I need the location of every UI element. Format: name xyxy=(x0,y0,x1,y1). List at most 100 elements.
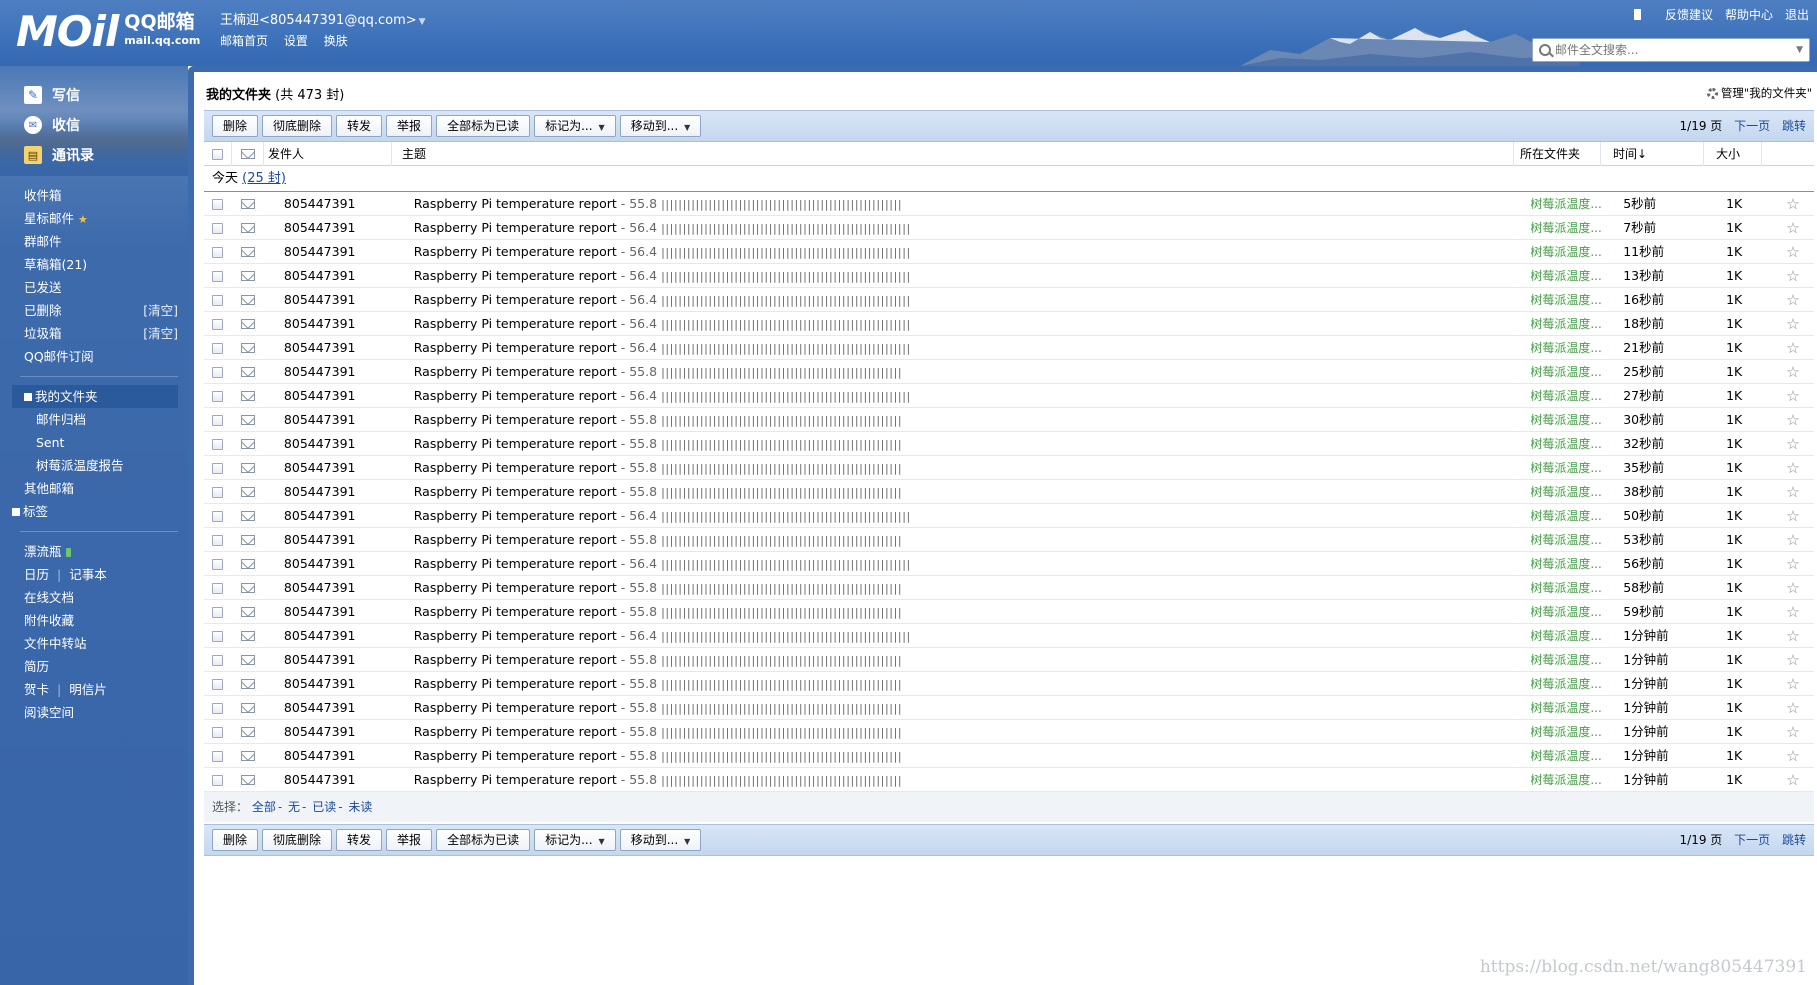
table-row[interactable]: 805447391 Raspberry Pi temperature report… xyxy=(204,264,1814,288)
row-subject[interactable]: Raspberry Pi temperature report - 56.4 |… xyxy=(414,384,1525,408)
row-checkbox[interactable] xyxy=(212,582,224,594)
star-icon[interactable]: ☆ xyxy=(1772,672,1814,696)
col-from[interactable]: 发件人 xyxy=(264,141,392,166)
row-sender[interactable]: 805447391 xyxy=(264,312,414,336)
row-checkbox[interactable] xyxy=(212,750,224,762)
row-folder[interactable]: 树莓派温度... xyxy=(1524,480,1611,504)
row-sender[interactable]: 805447391 xyxy=(264,432,414,456)
row-checkbox[interactable] xyxy=(212,294,224,306)
sidebar-item-online-docs[interactable]: 在线文档 xyxy=(0,586,188,609)
row-subject[interactable]: Raspberry Pi temperature report - 55.8 |… xyxy=(414,696,1525,720)
star-icon[interactable]: ☆ xyxy=(1772,744,1814,768)
col-size[interactable]: 大小 xyxy=(1704,141,1762,166)
row-checkbox[interactable] xyxy=(212,654,224,666)
jump-link[interactable]: 跳转 xyxy=(1782,833,1806,847)
star-icon[interactable]: ☆ xyxy=(1772,288,1814,312)
clear-spam-link[interactable]: [清空] xyxy=(143,322,178,345)
sidebar-item-group-mail[interactable]: 群邮件 xyxy=(0,230,188,253)
table-row[interactable]: 805447391 Raspberry Pi temperature report… xyxy=(204,504,1814,528)
write-button[interactable]: ✎ 写信 xyxy=(24,80,94,110)
move-to-dropdown[interactable]: 移动到... ▼ xyxy=(619,115,702,137)
col-time[interactable]: 时间↓ xyxy=(1601,141,1704,166)
link-logout[interactable]: 退出 xyxy=(1785,6,1809,23)
sidebar-item-subscriptions[interactable]: QQ邮件订阅 xyxy=(0,345,188,368)
user-name[interactable]: 王楠迎<805447391@qq.com> xyxy=(220,13,417,28)
row-subject[interactable]: Raspberry Pi temperature report - 55.8 |… xyxy=(414,672,1525,696)
row-checkbox[interactable] xyxy=(212,726,224,738)
row-sender[interactable]: 805447391 xyxy=(264,288,414,312)
star-icon[interactable]: ☆ xyxy=(1772,336,1814,360)
star-icon[interactable]: ☆ xyxy=(1772,528,1814,552)
row-checkbox[interactable] xyxy=(212,366,224,378)
row-sender[interactable]: 805447391 xyxy=(264,648,414,672)
row-checkbox[interactable] xyxy=(212,678,224,690)
sidebar-item-resume[interactable]: 简历 xyxy=(0,655,188,678)
table-row[interactable]: 805447391 Raspberry Pi temperature report… xyxy=(204,624,1814,648)
expand-icon[interactable] xyxy=(12,507,20,516)
row-subject[interactable]: Raspberry Pi temperature report - 55.8 |… xyxy=(414,408,1525,432)
clear-deleted-link[interactable]: [清空] xyxy=(143,299,178,322)
row-checkbox[interactable] xyxy=(212,246,224,258)
row-subject[interactable]: Raspberry Pi temperature report - 55.8 |… xyxy=(414,456,1525,480)
table-row[interactable]: 805447391 Raspberry Pi temperature report… xyxy=(204,192,1814,216)
row-subject[interactable]: Raspberry Pi temperature report - 56.4 |… xyxy=(414,240,1525,264)
row-sender[interactable]: 805447391 xyxy=(264,768,414,792)
row-subject[interactable]: Raspberry Pi temperature report - 56.4 |… xyxy=(414,264,1525,288)
row-sender[interactable]: 805447391 xyxy=(264,240,414,264)
sidebar-item-attachments[interactable]: 附件收藏 xyxy=(0,609,188,632)
table-row[interactable]: 805447391 Raspberry Pi temperature report… xyxy=(204,720,1814,744)
row-sender[interactable]: 805447391 xyxy=(264,528,414,552)
table-row[interactable]: 805447391 Raspberry Pi temperature report… xyxy=(204,552,1814,576)
row-checkbox[interactable] xyxy=(212,270,224,282)
table-row[interactable]: 805447391 Raspberry Pi temperature report… xyxy=(204,480,1814,504)
sidebar-item-other-mailbox[interactable]: 其他邮箱 xyxy=(0,477,188,500)
row-sender[interactable]: 805447391 xyxy=(264,552,414,576)
row-folder[interactable]: 树莓派温度... xyxy=(1524,696,1611,720)
star-icon[interactable]: ☆ xyxy=(1772,192,1814,216)
row-sender[interactable]: 805447391 xyxy=(264,624,414,648)
sidebar-item-starred[interactable]: 星标邮件 ★ xyxy=(0,207,188,230)
row-subject[interactable]: Raspberry Pi temperature report - 56.4 |… xyxy=(414,336,1525,360)
star-icon[interactable]: ☆ xyxy=(1772,600,1814,624)
row-sender[interactable]: 805447391 xyxy=(264,360,414,384)
row-subject[interactable]: Raspberry Pi temperature report - 55.8 |… xyxy=(414,768,1525,792)
table-row[interactable]: 805447391 Raspberry Pi temperature report… xyxy=(204,456,1814,480)
link-mail-home[interactable]: 邮箱首页 xyxy=(220,34,268,48)
star-icon[interactable]: ☆ xyxy=(1772,264,1814,288)
row-sender[interactable]: 805447391 xyxy=(264,336,414,360)
star-icon[interactable]: ☆ xyxy=(1772,552,1814,576)
report-button[interactable]: 举报 xyxy=(386,115,433,137)
row-folder[interactable]: 树莓派温度... xyxy=(1524,384,1611,408)
sidebar-item-tags[interactable]: 标签 xyxy=(0,500,188,523)
star-icon[interactable]: ☆ xyxy=(1772,768,1814,792)
row-subject[interactable]: Raspberry Pi temperature report - 55.8 |… xyxy=(414,648,1525,672)
row-subject[interactable]: Raspberry Pi temperature report - 56.4 |… xyxy=(414,504,1525,528)
link-skin[interactable]: 换肤 xyxy=(324,34,348,48)
table-row[interactable]: 805447391 Raspberry Pi temperature report… xyxy=(204,408,1814,432)
row-sender[interactable]: 805447391 xyxy=(264,192,414,216)
row-folder[interactable]: 树莓派温度... xyxy=(1524,648,1611,672)
report-button[interactable]: 举报 xyxy=(386,829,433,851)
row-folder[interactable]: 树莓派温度... xyxy=(1524,504,1611,528)
move-to-dropdown[interactable]: 移动到... ▼ xyxy=(619,829,702,851)
mark-all-read-button[interactable]: 全部标为已读 xyxy=(436,115,531,137)
row-subject[interactable]: Raspberry Pi temperature report - 56.4 |… xyxy=(414,312,1525,336)
row-sender[interactable]: 805447391 xyxy=(264,696,414,720)
row-folder[interactable]: 树莓派温度... xyxy=(1524,336,1611,360)
row-sender[interactable]: 805447391 xyxy=(264,744,414,768)
star-icon[interactable]: ☆ xyxy=(1772,624,1814,648)
star-icon[interactable]: ☆ xyxy=(1772,360,1814,384)
star-icon[interactable]: ☆ xyxy=(1772,720,1814,744)
row-checkbox[interactable] xyxy=(212,390,224,402)
row-checkbox[interactable] xyxy=(212,606,224,618)
qq-mail-logo[interactable]: MOil QQ邮箱 mail.qq.com xyxy=(16,10,200,54)
star-icon[interactable]: ☆ xyxy=(1772,480,1814,504)
row-checkbox[interactable] xyxy=(212,198,224,210)
calendar-link[interactable]: 日历 xyxy=(24,567,49,582)
row-subject[interactable]: Raspberry Pi temperature report - 55.8 |… xyxy=(414,720,1525,744)
row-sender[interactable]: 805447391 xyxy=(264,576,414,600)
phone-icon[interactable] xyxy=(1633,9,1641,20)
delete-button[interactable]: 删除 xyxy=(212,829,259,851)
select-all-checkbox[interactable] xyxy=(212,148,223,160)
notes-link[interactable]: 记事本 xyxy=(69,567,107,582)
